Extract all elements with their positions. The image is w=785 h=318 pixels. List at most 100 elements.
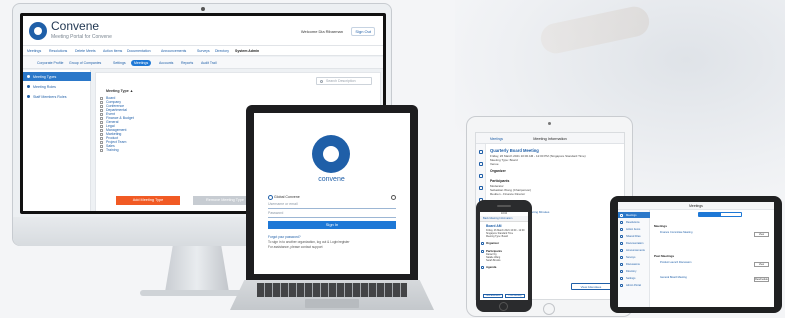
checkbox[interactable]: [100, 148, 103, 152]
view-button[interactable]: View: [754, 262, 769, 267]
topnav-item[interactable]: Meetings: [27, 49, 41, 53]
sidebar-item-label: Directory: [626, 269, 637, 273]
tablet-title: Meeting Information: [533, 137, 567, 141]
surveys-icon: [620, 255, 623, 259]
brand-subtitle: Meeting Portal for Convene: [51, 34, 112, 40]
subnav-item[interactable]: Reports: [181, 61, 193, 65]
topnav-item[interactable]: Delete Meets: [75, 49, 96, 53]
sidebar-item-label: Staff Members Roles: [33, 95, 67, 99]
home-button[interactable]: [543, 303, 555, 315]
sidebar-item-label: Discussions: [626, 262, 640, 266]
app-header: Convene Meeting Portal for Convene Welco…: [23, 16, 383, 46]
segmented-tabs[interactable]: [698, 212, 742, 217]
topnav-item[interactable]: Documentation: [127, 49, 151, 53]
sidebar-item-label: Settings: [626, 276, 636, 280]
home-button[interactable]: [499, 302, 508, 311]
smartphone: 10:04 Back Meeting Information Board AM …: [476, 200, 532, 312]
meeting-detail: Meeting Type: Board: [486, 235, 509, 238]
topnav-item[interactable]: Directory: [215, 49, 229, 53]
tablet-landscape: Meetings Meetings Resolutions Action Ite…: [610, 196, 782, 313]
tab-active[interactable]: [699, 213, 721, 217]
discussions-icon: [620, 262, 623, 266]
documents-icon: [620, 241, 623, 245]
sidebar-item[interactable]: Documentation: [618, 240, 650, 246]
sidebar-item[interactable]: Action Items: [618, 226, 650, 232]
login-brand: convene: [318, 176, 345, 183]
tablet-sidebar: Meetings Resolutions Action Items Shared…: [618, 210, 650, 307]
bullet-icon: [27, 75, 30, 78]
search-input[interactable]: Search Description: [316, 77, 372, 85]
nav-icon[interactable]: [479, 174, 483, 178]
camera: [548, 122, 551, 125]
sidebar-item-meeting-types[interactable]: Meeting Types: [23, 72, 91, 81]
desktop-stand: [165, 246, 229, 292]
section-heading: Meetings: [654, 224, 668, 228]
sidebar-item[interactable]: Meetings: [618, 212, 650, 218]
subnav-item[interactable]: Audit Trail: [201, 61, 217, 65]
sidebar-item[interactable]: Discussions: [618, 261, 650, 267]
nav-icon[interactable]: [479, 186, 483, 190]
sidebar-item[interactable]: Directory: [618, 268, 650, 274]
post-meeting-button[interactable]: Post Meeting: [505, 294, 525, 298]
tablet-landscape-screen: Meetings Meetings Resolutions Action Ite…: [618, 202, 774, 307]
subnav-item[interactable]: Accounts: [159, 61, 173, 65]
signout-button[interactable]: Sign Out: [351, 27, 375, 36]
support-text: For assistance, please contact support: [268, 245, 323, 249]
sidebar-item-label: Meeting Types: [33, 75, 57, 79]
server-radio[interactable]: Global Convene: [268, 195, 300, 200]
forgot-password-link[interactable]: Forgot your password?: [268, 235, 301, 239]
table-header[interactable]: Meeting Type ▲: [100, 89, 170, 95]
topnav-item[interactable]: Surveys: [197, 49, 210, 53]
meeting-item[interactable]: General Board Meeting: [660, 276, 687, 279]
topnav-item[interactable]: Resolutions: [49, 49, 67, 53]
sidebar-item-label: Announcements: [626, 248, 645, 252]
view-attendees-button[interactable]: View Attendees: [571, 283, 611, 290]
section-heading: Past Meetings: [654, 254, 675, 258]
person-icon: [481, 242, 484, 245]
phone-screen: 10:04 Back Meeting Information Board AM …: [480, 212, 528, 300]
topnav-item[interactable]: Announcements: [161, 49, 186, 53]
sign-in-button[interactable]: Sign In: [268, 221, 396, 229]
laptop: convene Global Convene Username or email…: [246, 105, 418, 280]
subnav-item[interactable]: Group of Companies: [69, 61, 101, 65]
tablet-header: Meetings: [618, 202, 774, 210]
directory-icon: [620, 269, 623, 273]
view-attendees-button[interactable]: View Attendees: [483, 294, 503, 298]
password-field[interactable]: Password: [268, 211, 396, 218]
sidebar-item[interactable]: Shared Files: [618, 233, 650, 239]
convene-logo-icon: [312, 135, 350, 173]
meeting-item[interactable]: Finance Committee Meeting: [660, 231, 692, 234]
phone-nav-bar[interactable]: Back Meeting Information: [480, 216, 528, 222]
meeting-title: Board AM: [486, 224, 502, 228]
people-icon: [481, 250, 484, 253]
meeting-item[interactable]: Product Launch Discussion: [660, 261, 691, 264]
section-heading: Participants: [490, 179, 510, 183]
reschedule-button[interactable]: Reschedule: [754, 277, 769, 282]
top-navigation: Meetings Resolutions Delete Meets Action…: [23, 46, 383, 56]
username-field[interactable]: Username or email: [268, 202, 396, 209]
sidebar-item-meeting-roles[interactable]: Meeting Roles: [23, 82, 91, 91]
sidebar-item-label: Resolutions: [626, 220, 640, 224]
nav-icon[interactable]: [479, 162, 483, 166]
sidebar-item[interactable]: Announcements: [618, 247, 650, 253]
add-meeting-type-button[interactable]: Add Meeting Type: [116, 196, 180, 205]
sidebar-item[interactable]: Surveys: [618, 254, 650, 260]
subnav-item-active[interactable]: Meetings: [131, 60, 152, 66]
table-row[interactable]: Training: [100, 148, 170, 152]
nav-icon[interactable]: [479, 150, 483, 154]
sidebar-item[interactable]: Resolutions: [618, 219, 650, 225]
row-label[interactable]: Training: [106, 148, 119, 152]
gear-icon[interactable]: [391, 195, 396, 200]
sidebar-item-staff-roles[interactable]: Staff Members Roles: [23, 92, 91, 101]
topnav-item[interactable]: Action Items: [103, 49, 122, 53]
convene-logo-icon[interactable]: [29, 22, 47, 40]
subnav-item[interactable]: Settings: [113, 61, 126, 65]
speaker: [497, 205, 511, 207]
sidebar-item[interactable]: Settings: [618, 275, 650, 281]
list-icon: [481, 266, 484, 269]
subnav-item[interactable]: Corporate Profile: [37, 61, 63, 65]
sidebar-item[interactable]: Admin Portal: [618, 282, 650, 288]
sidebar-item-label: Meetings: [626, 213, 637, 217]
view-button[interactable]: View: [754, 232, 769, 237]
topnav-item[interactable]: System Admin: [235, 49, 259, 53]
